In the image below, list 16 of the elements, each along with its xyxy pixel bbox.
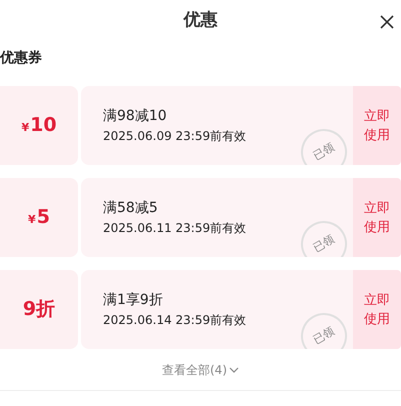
view-all-button[interactable]: 查看全部(4): [162, 360, 239, 378]
coupon-validity: 2025.06.14 23:59前有效: [103, 312, 248, 328]
coupon-condition: 满58减5: [103, 199, 159, 217]
coupon-validity: 2025.06.09 23:59前有效: [103, 128, 248, 144]
coupon-value: ¥10: [21, 113, 57, 138]
use-now-button[interactable]: 立即使用: [353, 270, 401, 349]
close-icon: [379, 14, 395, 30]
chevron-down-icon: [229, 364, 239, 374]
dialog-title: 优惠: [184, 9, 218, 32]
coupon-condition: 满98减10: [103, 107, 168, 125]
coupon-validity: 2025.06.11 23:59前有效: [103, 220, 248, 236]
coupon-value: ¥5: [28, 205, 50, 230]
use-now-button[interactable]: 立即使用: [353, 178, 401, 257]
use-now-button[interactable]: 立即使用: [353, 86, 401, 165]
coupon-value: 9折: [22, 297, 56, 322]
coupon-condition: 满1享9折: [103, 291, 164, 309]
